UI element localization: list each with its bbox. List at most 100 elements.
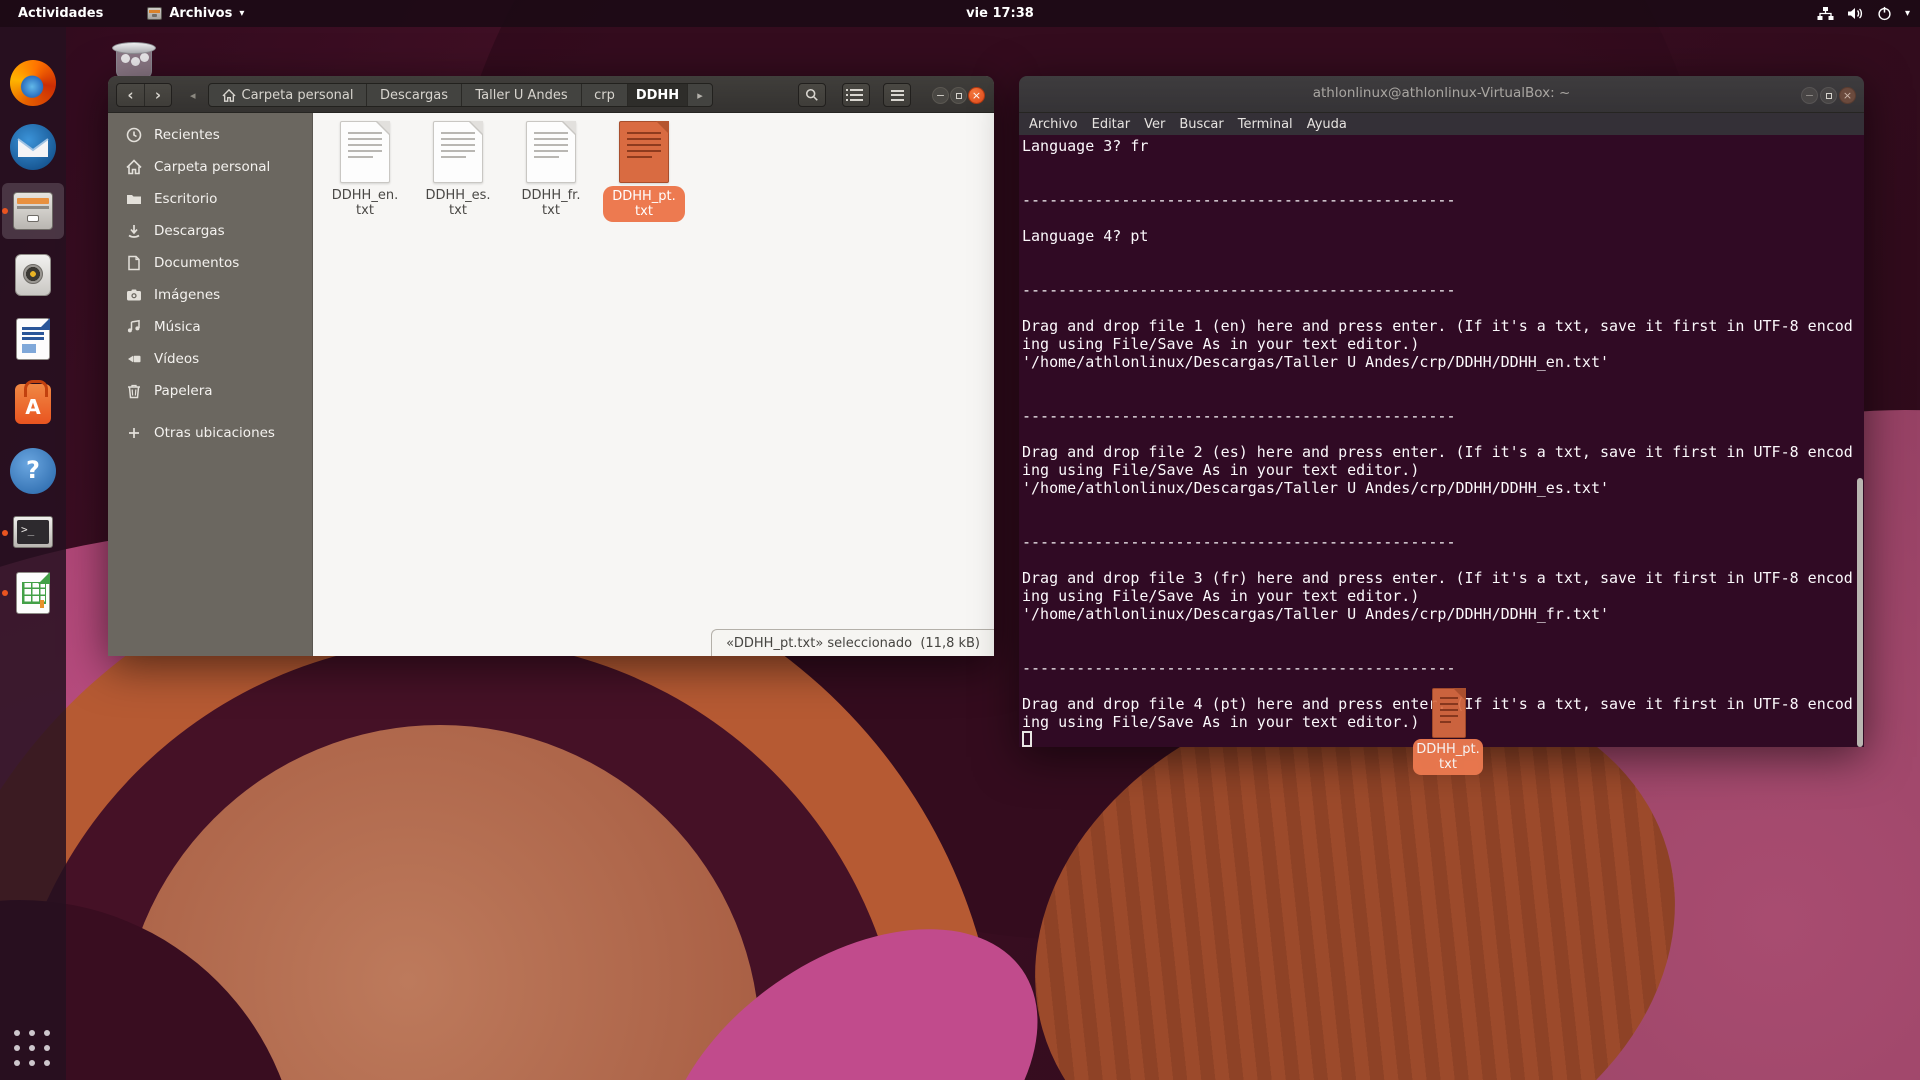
file-ddhh-en[interactable]: DDHH_en.txt bbox=[319, 121, 411, 218]
desktop-folder-icon bbox=[126, 191, 142, 207]
terminal-menubar: Archivo Editar Ver Buscar Terminal Ayuda bbox=[1019, 113, 1864, 135]
top-bar: Actividades Archivos ▾ vie 17:38 ▾ bbox=[0, 0, 1920, 27]
dock-item-rhythmbox[interactable] bbox=[10, 252, 56, 298]
terminal-text: Language 3? fr -------------------------… bbox=[1019, 135, 1864, 731]
breadcrumb-label: Descargas bbox=[380, 88, 448, 103]
sidebar-item-label: Descargas bbox=[154, 223, 225, 239]
status-text: «DDHH_pt.txt» seleccionado (11,8 kB) bbox=[726, 636, 980, 651]
text-file-icon bbox=[340, 121, 390, 183]
pictures-icon bbox=[126, 287, 142, 303]
running-dot-calc bbox=[2, 590, 8, 596]
window-menu-button[interactable] bbox=[883, 83, 911, 107]
firefox-icon bbox=[10, 60, 56, 106]
search-icon bbox=[805, 88, 819, 102]
desktop: ‹ › ◂ Carpeta personal Descargas Taller … bbox=[0, 0, 1920, 1080]
terminal-title: athlonlinux@athlonlinux-VirtualBox: ~ bbox=[1019, 85, 1864, 101]
dock-item-libreoffice-writer[interactable] bbox=[10, 316, 56, 362]
recent-icon bbox=[126, 127, 142, 143]
menu-ver[interactable]: Ver bbox=[1144, 117, 1165, 132]
dock-item-libreoffice-calc[interactable] bbox=[10, 570, 56, 616]
running-dot-terminal bbox=[2, 530, 8, 536]
sidebar-item-documentos[interactable]: Documentos bbox=[108, 247, 312, 279]
menu-buscar[interactable]: Buscar bbox=[1179, 117, 1223, 132]
videos-icon bbox=[126, 351, 142, 367]
minimize-icon: − bbox=[1805, 90, 1814, 101]
maximize-icon bbox=[956, 93, 962, 99]
close-button[interactable]: × bbox=[968, 87, 985, 104]
terminal-output[interactable]: Language 3? fr -------------------------… bbox=[1019, 135, 1864, 747]
show-applications-button[interactable] bbox=[14, 1030, 52, 1068]
maximize-button[interactable] bbox=[950, 87, 967, 104]
list-view-icon bbox=[850, 89, 863, 101]
sidebar-item-escritorio[interactable]: Escritorio bbox=[108, 183, 312, 215]
downloads-icon bbox=[126, 223, 142, 239]
files-icon bbox=[10, 188, 56, 234]
minimize-button[interactable]: − bbox=[932, 87, 949, 104]
search-button[interactable] bbox=[798, 83, 826, 107]
sidebar-item-papelera[interactable]: Papelera bbox=[108, 375, 312, 407]
sidebar-item-videos[interactable]: Vídeos bbox=[108, 343, 312, 375]
caret-down-icon: ▾ bbox=[239, 8, 244, 19]
back-button[interactable]: ‹ bbox=[117, 84, 144, 106]
forward-icon: › bbox=[155, 86, 161, 104]
sidebar-item-label: Música bbox=[154, 319, 201, 335]
dock-item-files[interactable] bbox=[10, 188, 56, 234]
sidebar-item-descargas[interactable]: Descargas bbox=[108, 215, 312, 247]
breadcrumb-ddhh-active[interactable]: DDHH bbox=[628, 84, 688, 106]
file-ddhh-pt-selected[interactable]: DDHH_pt.txt bbox=[598, 121, 690, 222]
libreoffice-calc-icon bbox=[10, 570, 56, 616]
app-menu-button[interactable]: Archivos ▾ bbox=[147, 6, 244, 21]
breadcrumb-crp[interactable]: crp bbox=[582, 84, 628, 106]
dock-item-help[interactable]: ? bbox=[10, 448, 56, 494]
breadcrumb-descargas[interactable]: Descargas bbox=[367, 84, 462, 106]
sidebar-item-label: Documentos bbox=[154, 255, 239, 271]
menu-editar[interactable]: Editar bbox=[1092, 117, 1131, 132]
file-ddhh-es[interactable]: DDHH_es.txt bbox=[412, 121, 504, 218]
help-icon: ? bbox=[10, 448, 56, 494]
file-label: DDHH_en.txt bbox=[332, 188, 398, 218]
close-icon: × bbox=[1843, 90, 1852, 101]
menu-ayuda[interactable]: Ayuda bbox=[1307, 117, 1347, 132]
network-icon bbox=[1817, 6, 1834, 21]
dock: A ? >_ bbox=[0, 27, 66, 1080]
breadcrumb-home[interactable]: Carpeta personal bbox=[209, 84, 367, 106]
sidebar-item-imagenes[interactable]: Imágenes bbox=[108, 279, 312, 311]
system-status-area[interactable]: ▾ bbox=[1817, 6, 1910, 21]
sidebar-item-otras-ubicaciones[interactable]: Otras ubicaciones bbox=[108, 417, 312, 449]
terminal-scrollbar[interactable] bbox=[1857, 478, 1863, 747]
sidebar-item-carpeta-personal[interactable]: Carpeta personal bbox=[108, 151, 312, 183]
libreoffice-writer-icon bbox=[10, 316, 56, 362]
thunderbird-icon bbox=[10, 124, 56, 170]
dock-item-terminal[interactable]: >_ bbox=[10, 510, 56, 556]
dock-item-ubuntu-software[interactable]: A bbox=[10, 381, 56, 427]
activities-button[interactable]: Actividades bbox=[18, 6, 103, 21]
nav-buttons: ‹ › bbox=[116, 83, 172, 107]
documents-icon bbox=[126, 255, 142, 271]
maximize-button[interactable] bbox=[1820, 87, 1837, 104]
terminal-icon: >_ bbox=[10, 510, 56, 556]
files-content-area[interactable]: DDHH_en.txt DDHH_es.txt DDHH_fr.txt DDHH… bbox=[313, 113, 994, 656]
menu-archivo[interactable]: Archivo bbox=[1029, 117, 1078, 132]
home-icon bbox=[126, 159, 142, 175]
plus-icon bbox=[126, 425, 142, 441]
clock-button[interactable]: vie 17:38 bbox=[935, 6, 1065, 21]
minimize-button[interactable]: − bbox=[1801, 87, 1818, 104]
text-file-icon bbox=[526, 121, 576, 183]
sidebar-item-recientes[interactable]: Recientes bbox=[108, 119, 312, 151]
menu-terminal[interactable]: Terminal bbox=[1238, 117, 1293, 132]
view-toggle-button[interactable] bbox=[842, 83, 870, 107]
sidebar-item-label: Imágenes bbox=[154, 287, 220, 303]
files-sidebar: Recientes Carpeta personal Escritorio De… bbox=[108, 113, 313, 656]
dock-item-thunderbird[interactable] bbox=[10, 124, 56, 170]
breadcrumb-taller-u-andes[interactable]: Taller U Andes bbox=[462, 84, 582, 106]
dock-item-firefox[interactable] bbox=[10, 60, 56, 106]
caret-down-icon: ▾ bbox=[1905, 8, 1910, 19]
terminal-titlebar[interactable]: athlonlinux@athlonlinux-VirtualBox: ~ − … bbox=[1019, 76, 1864, 113]
breadcrumb-overflow-right-icon[interactable]: ▸ bbox=[688, 84, 712, 106]
hamburger-icon bbox=[891, 87, 904, 103]
close-button[interactable]: × bbox=[1839, 87, 1856, 104]
forward-button[interactable]: › bbox=[144, 84, 171, 106]
file-ddhh-fr[interactable]: DDHH_fr.txt bbox=[505, 121, 597, 218]
breadcrumb-overflow-left-icon[interactable]: ◂ bbox=[190, 89, 196, 102]
sidebar-item-musica[interactable]: Música bbox=[108, 311, 312, 343]
